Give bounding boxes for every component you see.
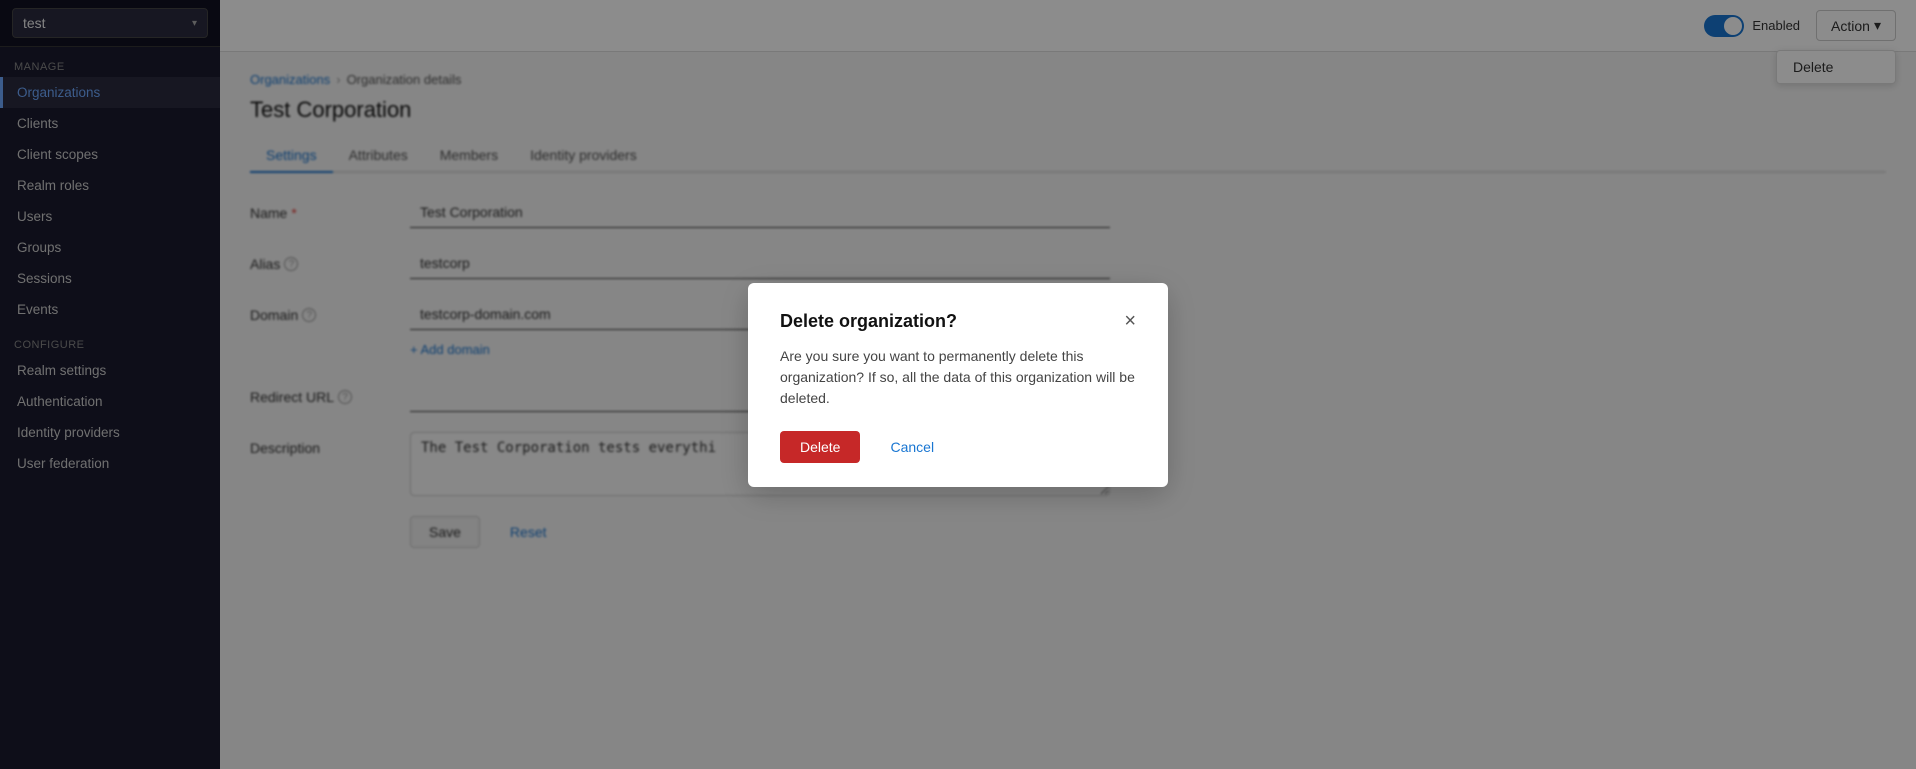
modal-title: Delete organization? [780, 311, 957, 332]
modal-overlay[interactable]: Delete organization? × Are you sure you … [220, 0, 1916, 769]
modal-delete-button[interactable]: Delete [780, 431, 860, 463]
main-content: Enabled Action ▾ Delete Organizations › … [220, 0, 1916, 769]
delete-modal: Delete organization? × Are you sure you … [748, 283, 1168, 487]
modal-footer: Delete Cancel [780, 431, 1136, 463]
modal-close-button[interactable]: × [1124, 311, 1136, 331]
modal-cancel-button[interactable]: Cancel [872, 431, 952, 463]
modal-header: Delete organization? × [780, 311, 1136, 332]
modal-body: Are you sure you want to permanently del… [780, 346, 1136, 409]
